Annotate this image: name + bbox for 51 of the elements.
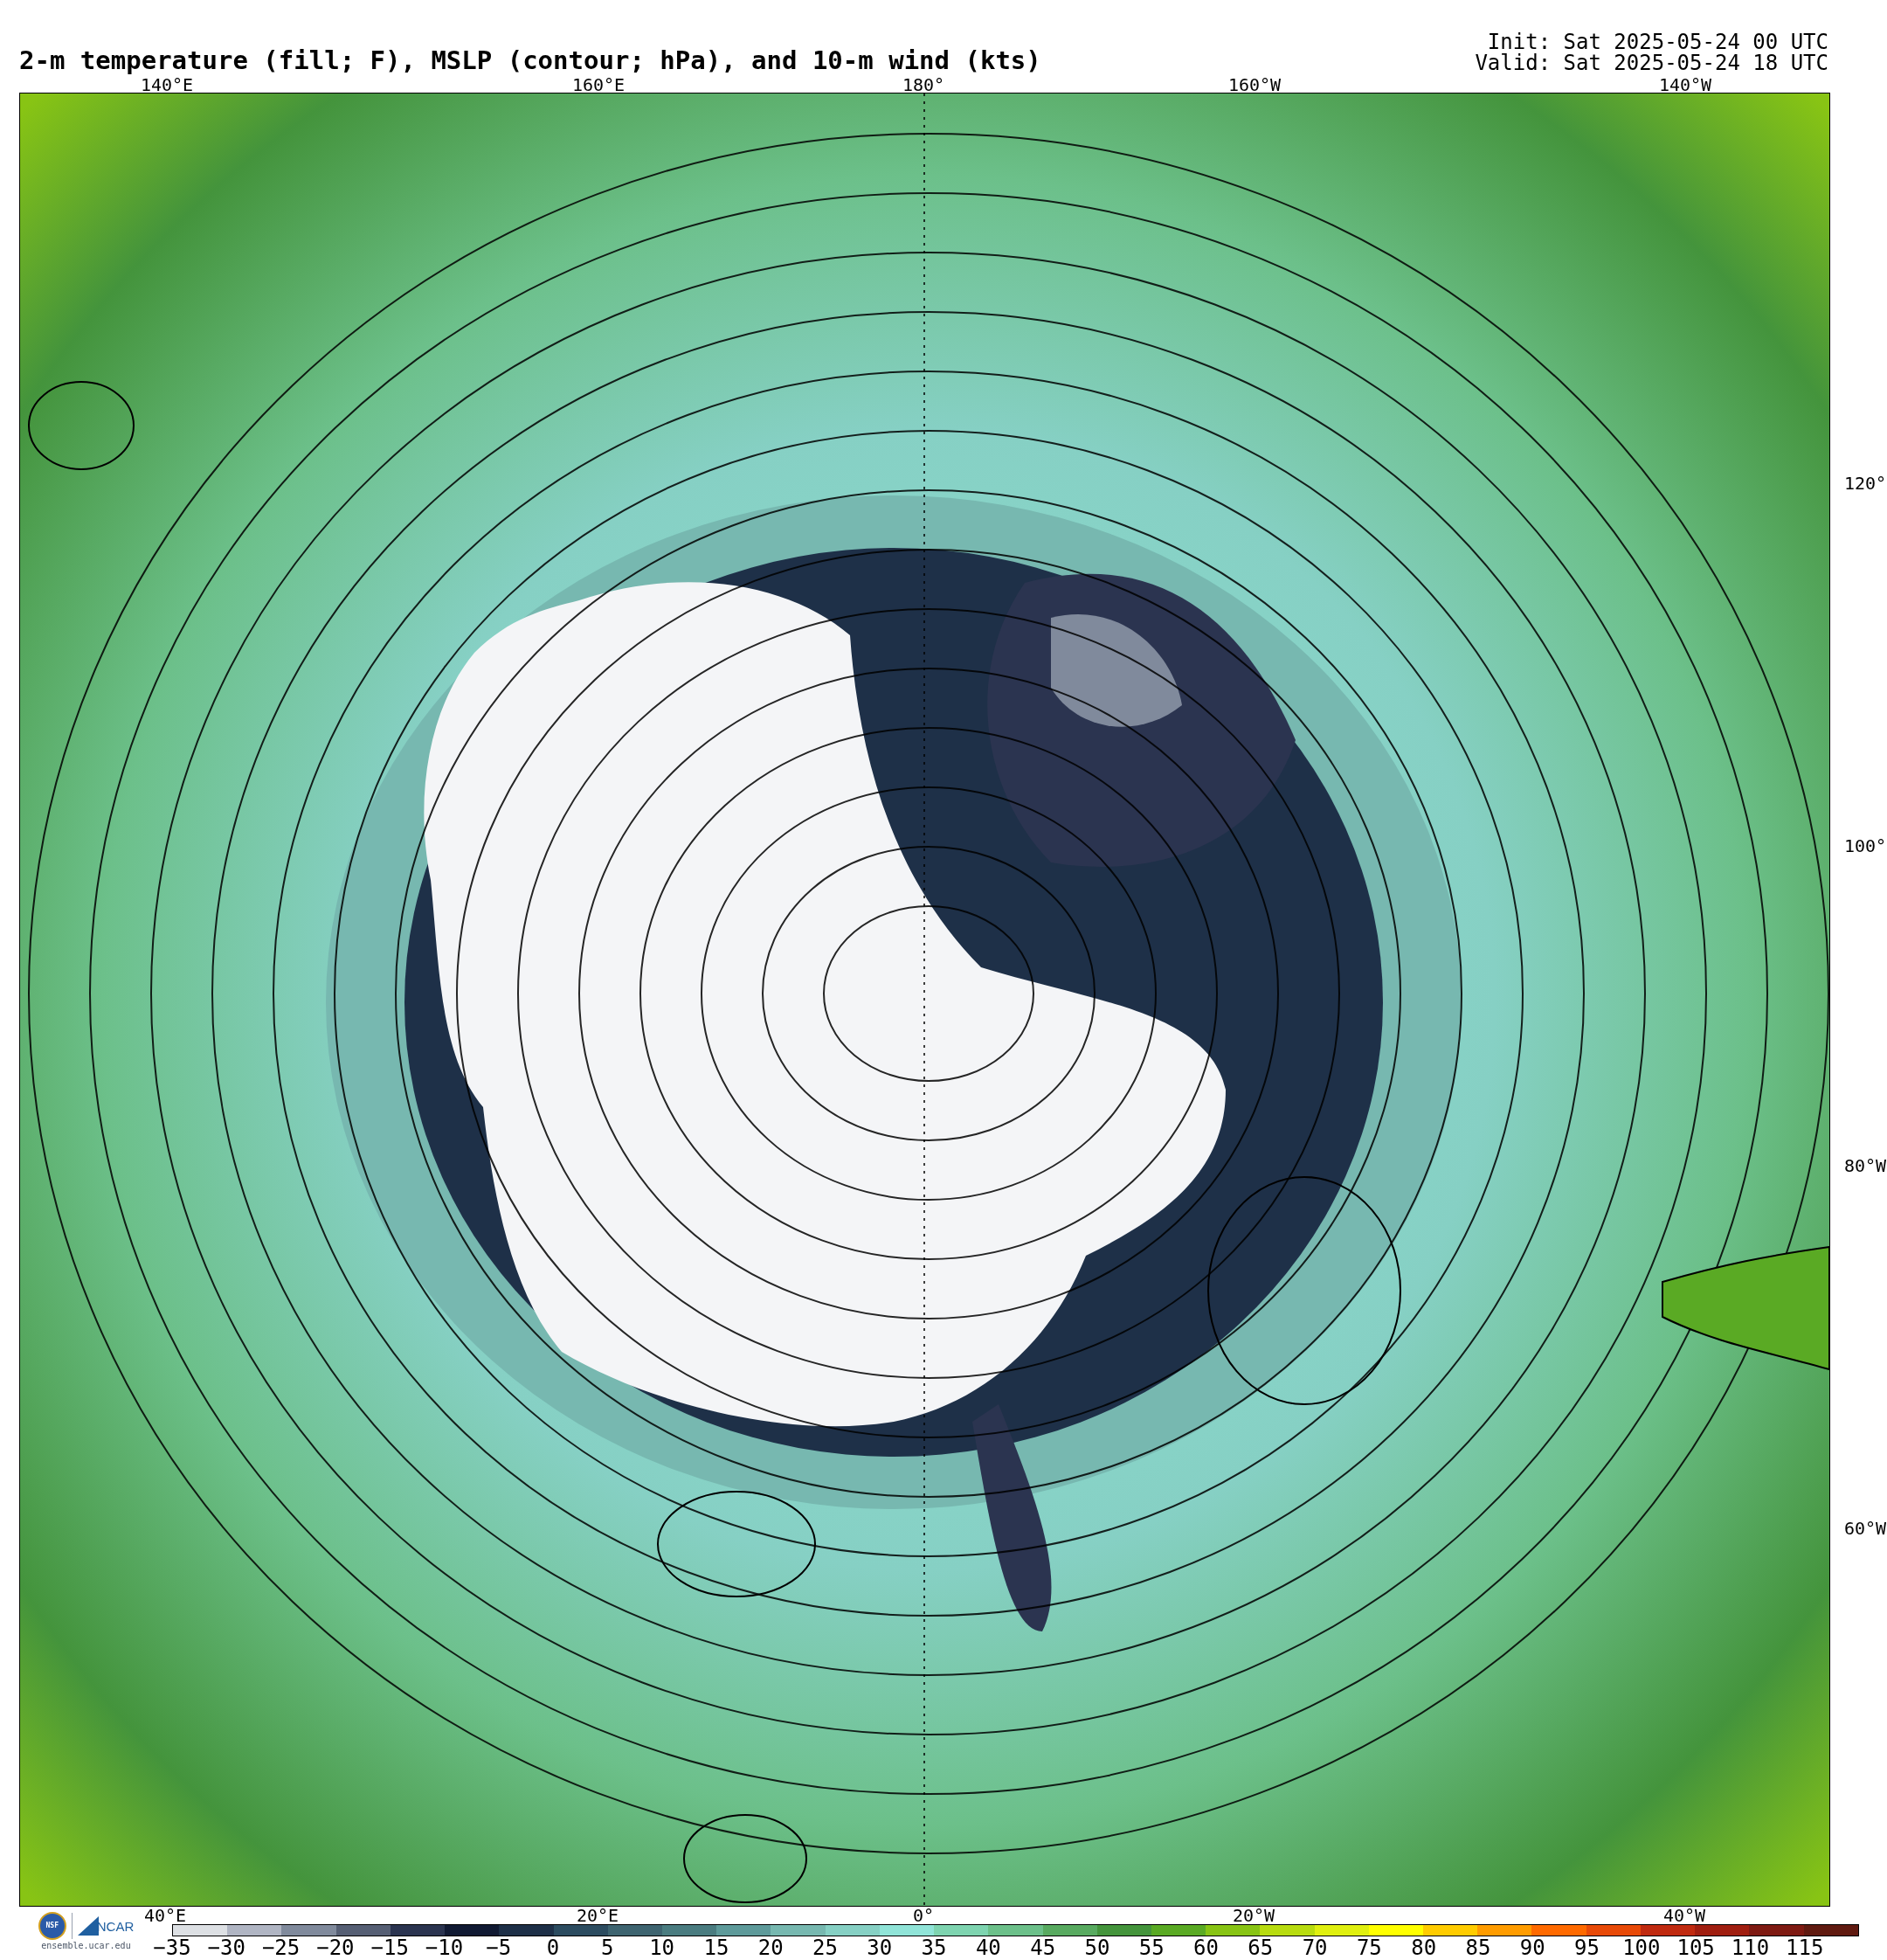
colorbar-tick-label: −20	[316, 1937, 355, 1958]
colorbar-tick-label: 0	[546, 1937, 560, 1958]
colorbar-tick-label: 75	[1356, 1937, 1382, 1958]
colorbar-tick-label: 20	[757, 1937, 784, 1958]
colorbar-tick-label: 95	[1574, 1937, 1600, 1958]
valid-time: Valid: Sat 2025-05-24 18 UTC	[1475, 52, 1828, 73]
longitude-label: 140°E	[140, 76, 194, 93]
colorbar-tick-label: 70	[1302, 1937, 1328, 1958]
colorbar-tick-label: 35	[921, 1937, 947, 1958]
colorbar-tick-label: 30	[867, 1937, 893, 1958]
longitude-label: 160°E	[571, 76, 626, 93]
colorbar-tick-label: 100	[1622, 1937, 1661, 1958]
colorbar-tick-label: 15	[703, 1937, 729, 1958]
colorbar-tick-label: 45	[1030, 1937, 1056, 1958]
colorbar-tick-label: 85	[1465, 1937, 1491, 1958]
longitude-label: 160°W	[1227, 76, 1282, 93]
colorbar-tick-label: 40	[975, 1937, 1001, 1958]
init-time: Init: Sat 2025-05-24 00 UTC	[1487, 31, 1828, 52]
colorbar-tick-label: 50	[1084, 1937, 1110, 1958]
latitude-label: 100°	[1844, 837, 1887, 855]
colorbar-tick-label: 10	[649, 1937, 675, 1958]
colorbar-tick-label: −25	[261, 1937, 301, 1958]
longitude-label: 20°E	[576, 1907, 619, 1924]
longitude-label: 140°W	[1658, 76, 1712, 93]
colorbar-tick-label: −15	[370, 1937, 409, 1958]
longitude-label: 40°W	[1662, 1907, 1706, 1924]
colorbar-tick-label: 115	[1786, 1937, 1824, 1958]
longitude-label: 40°E	[143, 1907, 187, 1924]
colorbar-tick-label: 5	[601, 1937, 614, 1958]
latitude-label: 60°W	[1844, 1520, 1887, 1537]
site-url: ensemble.ucar.edu	[41, 1942, 131, 1950]
colorbar-tick-label: 65	[1248, 1937, 1274, 1958]
longitude-label: 0°	[912, 1907, 935, 1924]
chart-title: 2-m temperature (fill; F), MSLP (contour; hPa), and 10-m wind (kts)	[19, 48, 1041, 73]
latitude-label: 80°W	[1844, 1157, 1887, 1174]
colorbar-tick-label: −10	[425, 1937, 464, 1958]
colorbar-tick-label: −35	[153, 1937, 191, 1958]
colorbar-tick-label: −30	[207, 1937, 245, 1958]
colorbar-tick-label: 25	[812, 1937, 838, 1958]
longitude-label: 180°	[902, 76, 945, 93]
colorbar-tick-label: 90	[1519, 1937, 1545, 1958]
colorbar-tick-label: 105	[1676, 1937, 1715, 1958]
latitude-label: 120°	[1844, 474, 1887, 492]
colorbar-tick-label: 60	[1193, 1937, 1219, 1958]
colorbar-tick-label: 55	[1138, 1937, 1165, 1958]
colorbar-tick-label: 110	[1731, 1937, 1770, 1958]
nsf-logo: NSF	[38, 1912, 66, 1940]
colorbar-tick-label: −5	[486, 1937, 512, 1958]
longitude-label: 20°W	[1232, 1907, 1275, 1924]
colorbar-tick-label: 80	[1411, 1937, 1437, 1958]
ncar-logo-icon	[77, 1916, 99, 1936]
